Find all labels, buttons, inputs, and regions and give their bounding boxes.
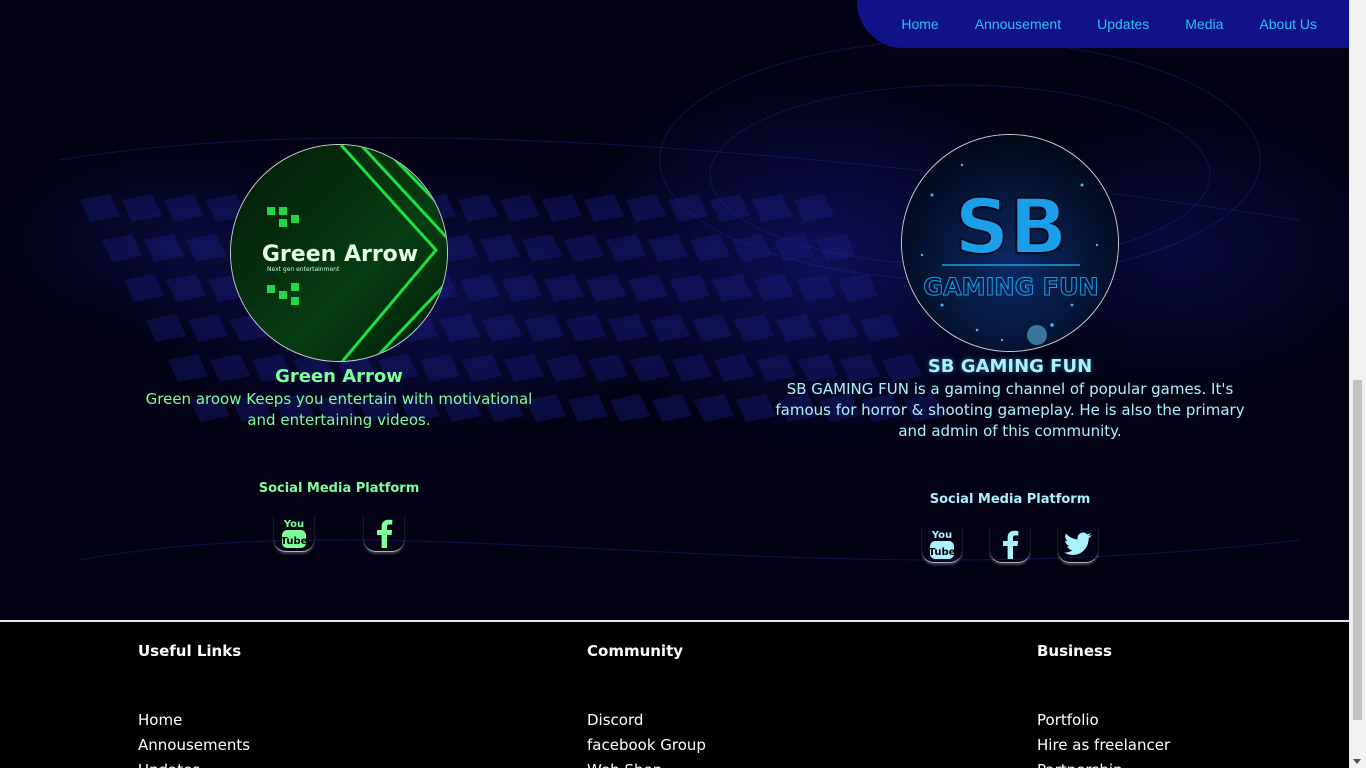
footer: Useful Links Home Annousements Updates C… [0,620,1349,768]
footer-link-updates[interactable]: Updates [138,758,250,768]
svg-text:Tube: Tube [281,536,307,547]
profile-card-sb-gaming-fun: SB GAMING FUN SB GAMING FUN SB GAMING FU… [760,134,1260,563]
green-arrow-avatar: Green Arrow Next gen entertainment [230,144,448,362]
youtube-icon: You Tube [281,519,307,548]
footer-link-facebook-group[interactable]: facebook Group [587,733,706,758]
card-name: SB GAMING FUN [927,356,1093,377]
svg-text:You: You [283,519,304,530]
page-scrollbar[interactable] [1349,0,1366,768]
facebook-button[interactable] [990,525,1030,563]
footer-link-discord[interactable]: Discord [587,708,706,733]
nav-updates[interactable]: Updates [1097,16,1149,32]
nav-home[interactable]: Home [901,16,938,32]
nav-about-us[interactable]: About Us [1259,16,1317,32]
sb-gaming-fun-avatar: SB GAMING FUN [901,134,1119,352]
footer-useful-links: Useful Links Home Annousements Updates [138,642,250,768]
youtube-button[interactable]: You Tube [274,514,314,552]
sb-logo-subtext: GAMING FUN [923,273,1098,301]
footer-link-hire-freelancer[interactable]: Hire as freelancer [1037,733,1170,758]
nav-announcement[interactable]: Annousement [975,16,1061,32]
social-platform-label: Social Media Platform [258,481,420,496]
footer-business: Business Portfolio Hire as freelancer Pa… [1037,642,1170,768]
nav-media[interactable]: Media [1185,16,1223,32]
footer-link-web-shop[interactable]: Web Shop [587,758,706,768]
footer-link-partnership[interactable]: Partnership [1037,758,1170,768]
card-description: SB GAMING FUN is a gaming channel of pop… [775,380,1245,440]
green-arrow-logo-subtext: Next gen entertainment [267,266,340,273]
sb-logo-text: SB [955,182,1068,271]
facebook-icon [377,519,393,548]
twitter-icon [1064,531,1092,555]
svg-text:You: You [931,530,952,541]
youtube-button[interactable]: You Tube [922,525,962,563]
footer-column-title: Community [587,642,684,660]
svg-text:Tube: Tube [929,547,955,558]
scroll-down-arrow-icon[interactable] [1353,759,1361,764]
social-icons-row: You Tube [120,514,558,552]
card-name: Green Arrow [275,366,403,387]
footer-link-home[interactable]: Home [138,708,250,733]
social-platform-label: Social Media Platform [929,492,1091,507]
facebook-icon [1003,530,1019,559]
footer-column-title: Business [1037,642,1112,660]
footer-column-title: Useful Links [138,642,242,660]
social-icons-row: You Tube [760,525,1260,563]
card-description: Green aroow Keeps you entertain with mot… [145,390,533,429]
twitter-button[interactable] [1058,525,1098,563]
footer-community: Community Discord facebook Group Web Sho… [587,642,706,768]
profile-card-green-arrow: Green Arrow Next gen entertainment Green… [120,144,558,552]
footer-link-portfolio[interactable]: Portfolio [1037,708,1170,733]
facebook-button[interactable] [364,514,404,552]
youtube-icon: You Tube [929,530,955,559]
green-arrow-logo-text: Green Arrow [262,242,418,267]
scrollbar-thumb[interactable] [1353,380,1362,720]
footer-link-announcements[interactable]: Annousements [138,733,250,758]
top-nav: Home Annousement Updates Media About Us [857,0,1349,48]
